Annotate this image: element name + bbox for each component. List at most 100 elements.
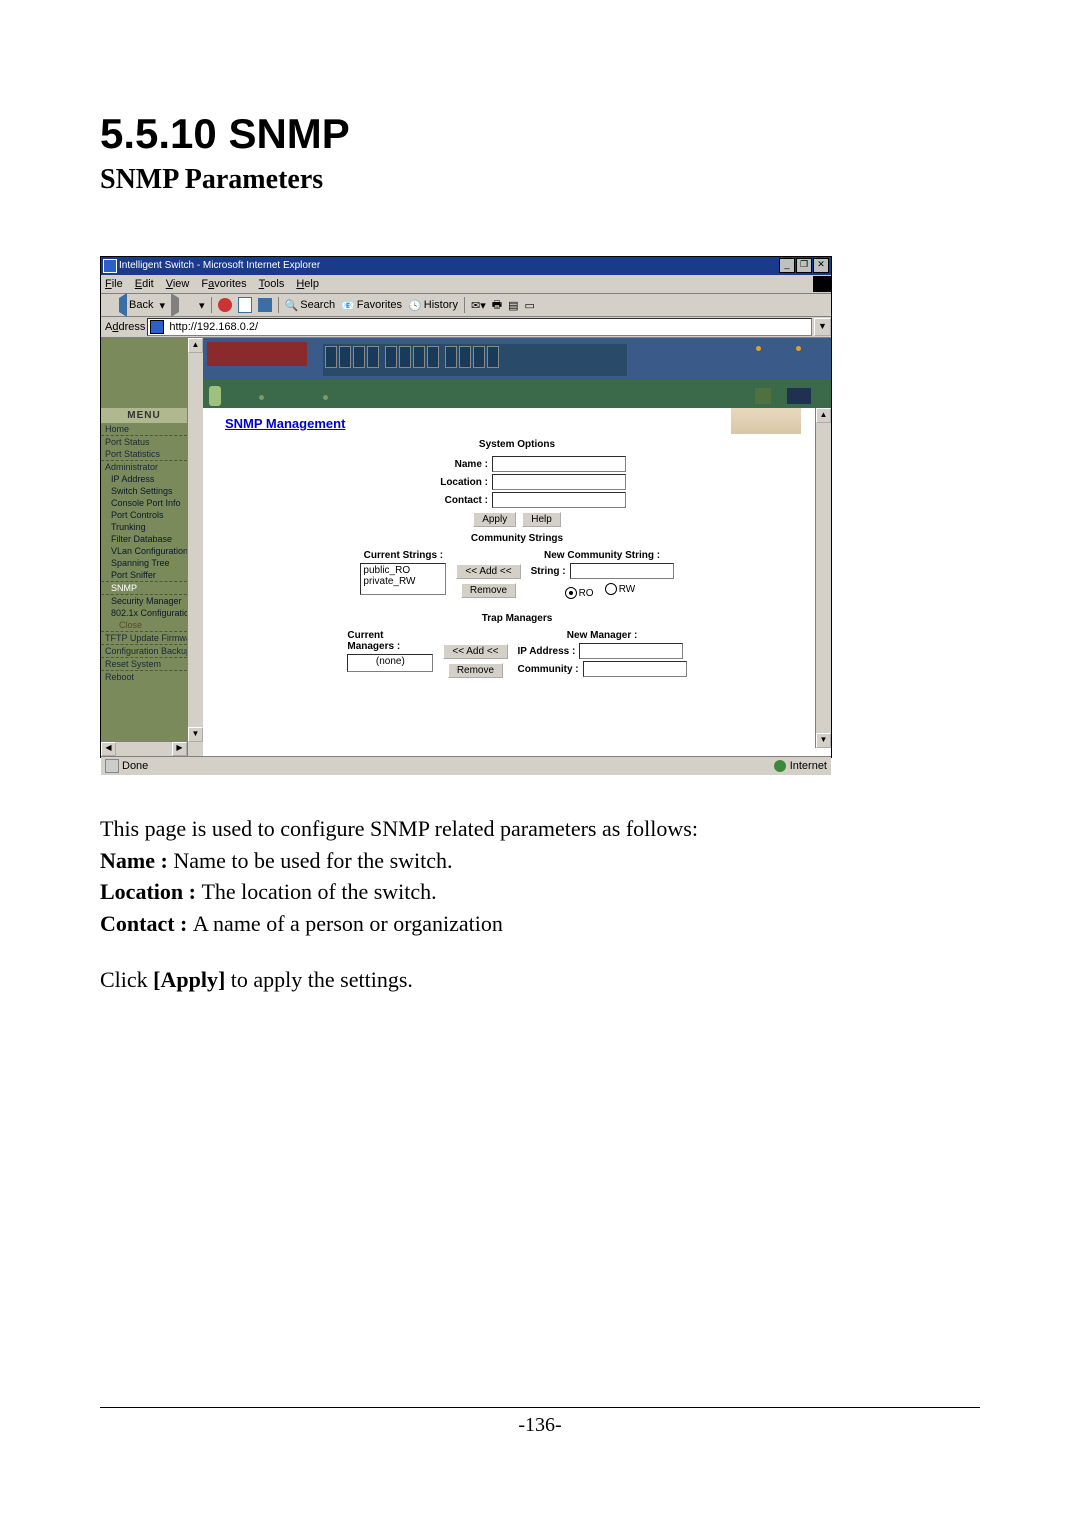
location-label: Location : [408, 477, 488, 488]
contact-label: Contact : [408, 495, 488, 506]
browser-window: Intelligent Switch - Microsoft Internet … [100, 256, 832, 758]
sidebar-item-ip[interactable]: IP Address [101, 473, 187, 485]
ro-radio[interactable]: RO [565, 587, 594, 599]
forward-button[interactable] [171, 293, 193, 317]
sidebar-item-administrator[interactable]: Administrator [101, 461, 187, 473]
scroll-up-icon[interactable]: ▲ [188, 338, 203, 353]
system-options-heading: System Options [209, 439, 825, 450]
module-slot [787, 388, 811, 404]
menu-tools[interactable]: Tools [259, 278, 285, 290]
sidebar-item-security[interactable]: Security Manager [101, 595, 187, 607]
indicator-icon [323, 395, 328, 400]
menu-file[interactable]: File [105, 278, 123, 290]
contact-input[interactable] [492, 492, 626, 508]
new-manager-label: New Manager : [518, 630, 687, 641]
discuss-icon[interactable]: ▭ [525, 299, 535, 312]
stop-icon[interactable] [218, 298, 232, 312]
sidebar-item-reboot[interactable]: Reboot [101, 671, 187, 683]
history-button[interactable]: 🕓History [408, 299, 458, 312]
list-item[interactable]: private_RW [363, 576, 443, 587]
led-icon [796, 346, 801, 351]
sidebar-item-port-controls[interactable]: Port Controls [101, 509, 187, 521]
list-item[interactable]: public_RO [363, 565, 443, 576]
menu-edit[interactable]: Edit [135, 278, 154, 290]
address-dropdown[interactable]: ▼ [814, 318, 831, 336]
sidebar-item-cfg-backup[interactable]: Configuration Backup [101, 645, 187, 658]
minimize-button[interactable]: _ [779, 258, 795, 273]
sidebar-item-console-port[interactable]: Console Port Info [101, 497, 187, 509]
sidebar-item-snmp[interactable]: SNMP [101, 582, 187, 595]
sidebar-item-port-statistics[interactable]: Port Statistics [101, 448, 187, 461]
sidebar-item-switch-settings[interactable]: Switch Settings [101, 485, 187, 497]
sidebar-item-home[interactable]: Home [101, 423, 187, 436]
scroll-up-icon[interactable]: ▲ [816, 408, 831, 423]
maximize-button[interactable]: ❐ [796, 258, 812, 273]
scroll-right-icon[interactable]: ▶ [172, 742, 187, 756]
remove-community-button[interactable]: Remove [461, 583, 516, 598]
remove-manager-button[interactable]: Remove [448, 663, 503, 678]
sidebar-item-8021x[interactable]: 802.1x Configuration [101, 607, 187, 619]
trap-heading: Trap Managers [209, 613, 825, 624]
rw-radio[interactable]: RW [605, 583, 635, 595]
content-scrollbar[interactable]: ▲ ▼ [815, 408, 831, 748]
help-button[interactable]: Help [522, 512, 561, 527]
mail-icon[interactable]: ✉▾ [471, 299, 486, 312]
current-strings-label: Current Strings : [360, 550, 446, 561]
new-community-label: New Community String : [531, 550, 674, 561]
sidebar-item-filter-db[interactable]: Filter Database [101, 533, 187, 545]
sidebar-item-port-status[interactable]: Port Status [101, 436, 187, 448]
status-text: Done [122, 760, 148, 772]
page-number: -136- [518, 1414, 561, 1436]
location-input[interactable] [492, 474, 626, 490]
menu-favorites[interactable]: Favorites [201, 278, 246, 290]
sidebar-item-tftp[interactable]: TFTP Update Firmwa [101, 632, 187, 645]
sidebar-item-reset[interactable]: Reset System [101, 658, 187, 671]
current-managers-list[interactable]: (none) [347, 654, 433, 672]
add-community-button[interactable]: << Add << [456, 564, 520, 579]
scroll-left-icon[interactable]: ◀ [101, 742, 116, 756]
menu-view[interactable]: View [166, 278, 190, 290]
decorative-image [731, 408, 801, 434]
scroll-down-icon[interactable]: ▼ [188, 727, 203, 742]
home-icon[interactable] [258, 298, 272, 312]
sidebar-item-close[interactable]: Close [101, 619, 187, 632]
current-managers-label: Current Managers : [347, 630, 427, 652]
back-button[interactable]: Back [105, 293, 153, 317]
string-label: String : [531, 566, 566, 577]
ie-icon [103, 259, 117, 273]
print-icon[interactable]: 🖶 [492, 296, 502, 315]
product-logo [207, 342, 307, 366]
sidebar-item-port-sniffer[interactable]: Port Sniffer [101, 569, 187, 582]
sidebar-item-trunking[interactable]: Trunking [101, 521, 187, 533]
sidebar-item-stp[interactable]: Spanning Tree [101, 557, 187, 569]
window-title: Intelligent Switch - Microsoft Internet … [119, 260, 320, 271]
apply-button[interactable]: Apply [473, 512, 516, 527]
community-heading: Community Strings [209, 533, 825, 544]
name-input[interactable] [492, 456, 626, 472]
menu-help[interactable]: Help [296, 278, 319, 290]
address-box[interactable] [147, 318, 812, 336]
refresh-icon[interactable] [238, 297, 252, 313]
port-panel [323, 344, 627, 376]
search-button[interactable]: 🔍Search [285, 299, 336, 312]
current-strings-list[interactable]: public_RO private_RW [360, 563, 446, 595]
sidebar-hscroll[interactable]: ◀ ▶ [101, 741, 187, 756]
trap-ip-input[interactable] [579, 643, 683, 659]
section-number: 5.5.10 SNMP [100, 110, 980, 158]
module-slot [755, 388, 771, 404]
string-input[interactable] [570, 563, 674, 579]
close-button[interactable]: ✕ [813, 258, 829, 273]
address-input[interactable] [167, 320, 811, 334]
scroll-down-icon[interactable]: ▼ [816, 733, 831, 748]
sidebar-scrollbar[interactable]: ▲ ▼ [187, 338, 203, 756]
zone-label: Internet [790, 760, 827, 772]
status-icon [105, 759, 119, 773]
add-manager-button[interactable]: << Add << [443, 644, 507, 659]
edit-icon[interactable]: ▤ [508, 299, 518, 312]
trap-community-input[interactable] [583, 661, 687, 677]
trap-ip-label: IP Address : [518, 646, 576, 657]
favorites-button[interactable]: 📧Favorites [341, 299, 402, 312]
sidebar-item-vlan[interactable]: VLan Configuration [101, 545, 187, 557]
led-icon [756, 346, 761, 351]
menu-heading: MENU [101, 408, 187, 423]
